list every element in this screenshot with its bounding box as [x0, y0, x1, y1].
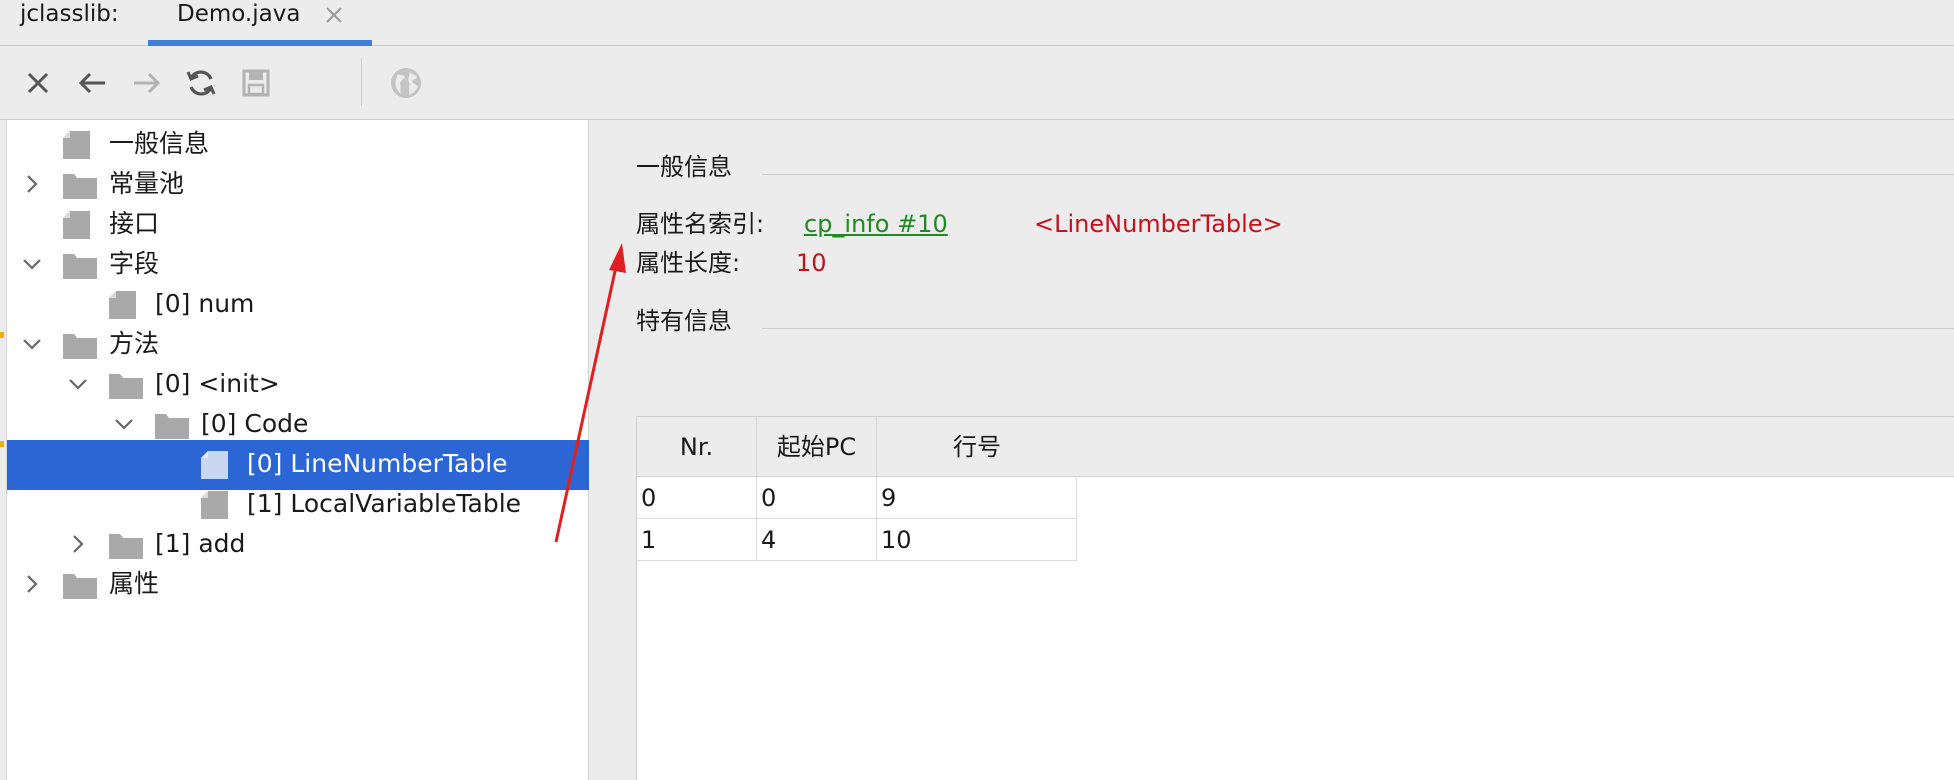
browse-button[interactable] [386, 63, 426, 103]
table-header: Nr. 起始PC 行号 [637, 417, 1954, 477]
tree-item-label: [0] LineNumberTable [247, 449, 508, 478]
file-icon [201, 451, 228, 479]
attribute-length-value: 10 [796, 249, 827, 277]
table-row[interactable]: 0 0 9 [637, 477, 1077, 519]
back-arrow-icon [78, 72, 105, 94]
globe-icon [391, 68, 421, 98]
file-icon [63, 131, 90, 159]
file-icon [201, 491, 228, 519]
tree-item-label: 属性 [109, 569, 160, 598]
attribute-length-label: 属性长度: [636, 249, 741, 277]
tab-label: Demo.java [177, 1, 301, 27]
file-icon [63, 211, 90, 239]
chevron-down-icon[interactable] [21, 333, 43, 355]
chevron-right-icon[interactable] [67, 533, 89, 555]
tab-prefix-label: jclasslib: [20, 1, 119, 27]
column-header-nr[interactable]: Nr. [637, 417, 757, 477]
tab-close-icon[interactable] [323, 4, 345, 26]
toolbar-separator [361, 58, 362, 106]
table-cell: 0 [637, 477, 757, 519]
gutter-strip [0, 120, 7, 780]
table-cell: 9 [877, 477, 1077, 519]
tree-item-label: [1] add [155, 529, 246, 558]
tree-item-label: 常量池 [109, 169, 185, 198]
chevron-down-icon[interactable] [21, 253, 43, 275]
cp-info-link[interactable]: cp_info #10 [804, 209, 948, 239]
folder-icon [109, 374, 143, 399]
editor-tab-bar: jclasslib: Demo.java [0, 0, 1954, 46]
gutter-marker [0, 332, 4, 338]
table-row[interactable]: 1 4 10 [637, 519, 1077, 561]
tree-item-label: 方法 [109, 329, 160, 358]
forward-arrow-icon [134, 72, 161, 94]
save-icon [242, 69, 270, 97]
tab-demo-java[interactable]: Demo.java [148, 0, 372, 46]
structure-tree: 一般信息 常量池 接口 字段 [0] num 方法 [0] <init> [0]… [7, 120, 589, 780]
attribute-name-index-label: 属性名索引: [636, 210, 765, 238]
close-button[interactable] [18, 63, 58, 103]
tree-item-attributes[interactable]: 属性 [7, 560, 589, 610]
specific-info-section: 特有信息 [636, 306, 1954, 336]
folder-icon [63, 254, 97, 279]
toolbar [0, 46, 1954, 120]
table-cell: 10 [877, 519, 1077, 561]
chevron-down-icon[interactable] [67, 373, 89, 395]
save-button[interactable] [236, 63, 276, 103]
folder-icon [63, 174, 97, 199]
column-header-start-pc[interactable]: 起始PC [757, 417, 877, 477]
back-button[interactable] [72, 63, 112, 103]
tree-item-label: [0] <init> [155, 369, 280, 398]
folder-icon [63, 574, 97, 599]
column-header-line-number[interactable]: 行号 [877, 417, 1077, 477]
tree-item-label: [1] LocalVariableTable [247, 489, 522, 518]
general-info-section: 一般信息 [636, 152, 1954, 182]
folder-icon [155, 414, 189, 439]
forward-button[interactable] [127, 63, 167, 103]
table-cell: 0 [757, 477, 877, 519]
refresh-icon [186, 70, 216, 96]
folder-icon [109, 534, 143, 559]
tree-item-label: 一般信息 [109, 129, 210, 158]
file-icon [109, 291, 136, 319]
line-number-table: Nr. 起始PC 行号 0 0 9 1 4 10 [636, 416, 1954, 780]
gutter-marker [0, 441, 4, 447]
tree-item-label: [0] Code [201, 409, 309, 438]
tree-item-label: 接口 [109, 209, 160, 238]
section-divider [762, 174, 1954, 175]
chevron-right-icon[interactable] [21, 173, 43, 195]
tree-item-label: 字段 [109, 249, 160, 278]
refresh-button[interactable] [181, 63, 221, 103]
chevron-down-icon[interactable] [113, 413, 135, 435]
section-title: 特有信息 [636, 307, 732, 335]
chevron-right-icon[interactable] [21, 573, 43, 595]
attribute-name-value: <LineNumberTable> [1034, 210, 1283, 238]
table-cell: 4 [757, 519, 877, 561]
tree-item-label: [0] num [155, 289, 255, 318]
close-icon [27, 72, 49, 94]
detail-panel: 一般信息 属性名索引: cp_info #10 <LineNumberTable… [589, 120, 1954, 780]
section-divider [762, 328, 1954, 329]
section-title: 一般信息 [636, 153, 732, 181]
table-cell: 1 [637, 519, 757, 561]
folder-icon [63, 334, 97, 359]
